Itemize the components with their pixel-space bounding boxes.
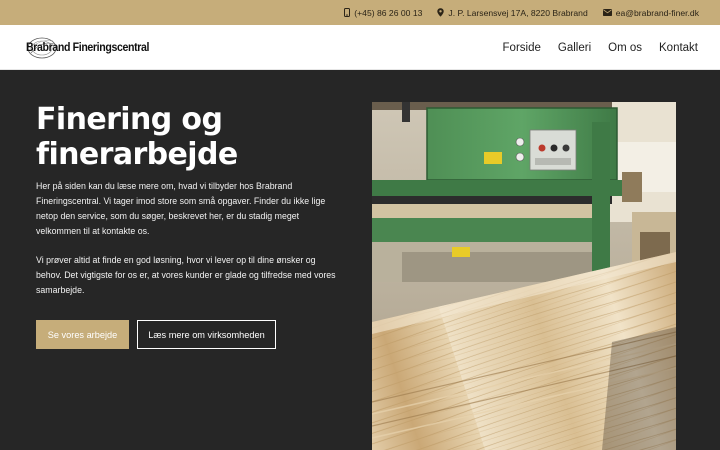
read-about-company-button[interactable]: Læs mere om virksomheden — [137, 320, 276, 349]
hero-title-line2: finerarbejde — [36, 137, 238, 172]
nav-item-forside[interactable]: Forside — [503, 42, 541, 54]
top-contact-bar: (+45) 86 26 00 13 J. P. Larsensvej 17A, … — [0, 0, 720, 25]
map-pin-icon — [437, 8, 445, 17]
contact-address-text: J. P. Larsensvej 17A, 8220 Brabrand — [448, 7, 588, 18]
contact-email[interactable]: ea@brabrand-finer.dk — [602, 7, 699, 18]
envelope-icon — [602, 9, 612, 16]
hero-title-line1: Finering og — [36, 102, 223, 137]
nav-item-om-os[interactable]: Om os — [608, 42, 642, 54]
veneer-press-photo — [372, 102, 676, 450]
logo-text: Brabrand Fineringscentral — [26, 42, 150, 54]
nav-item-galleri[interactable]: Galleri — [558, 42, 591, 54]
hero-paragraph-intro: Her på siden kan du læse mere om, hvad v… — [36, 181, 326, 236]
hero-paragraph-promise: Vi prøver altid at finde en god løsning,… — [36, 255, 336, 295]
contact-email-text: ea@brabrand-finer.dk — [615, 7, 699, 18]
nav-menu: Forside Galleri Om os Kontakt — [503, 25, 698, 70]
contact-address[interactable]: J. P. Larsensvej 17A, 8220 Brabrand — [437, 7, 588, 18]
logo[interactable]: Brabrand Fineringscentral — [26, 36, 160, 60]
phone-icon — [344, 8, 351, 17]
hero-title: Finering og finerarbejde — [36, 102, 336, 172]
see-our-work-button[interactable]: Se vores arbejde — [36, 320, 129, 349]
contact-phone-text: (+45) 86 26 00 13 — [354, 7, 423, 18]
main-navigation: Brabrand Fineringscentral Forside Galler… — [0, 25, 720, 70]
contact-phone[interactable]: (+45) 86 26 00 13 — [344, 8, 422, 18]
nav-item-kontakt[interactable]: Kontakt — [659, 42, 698, 54]
